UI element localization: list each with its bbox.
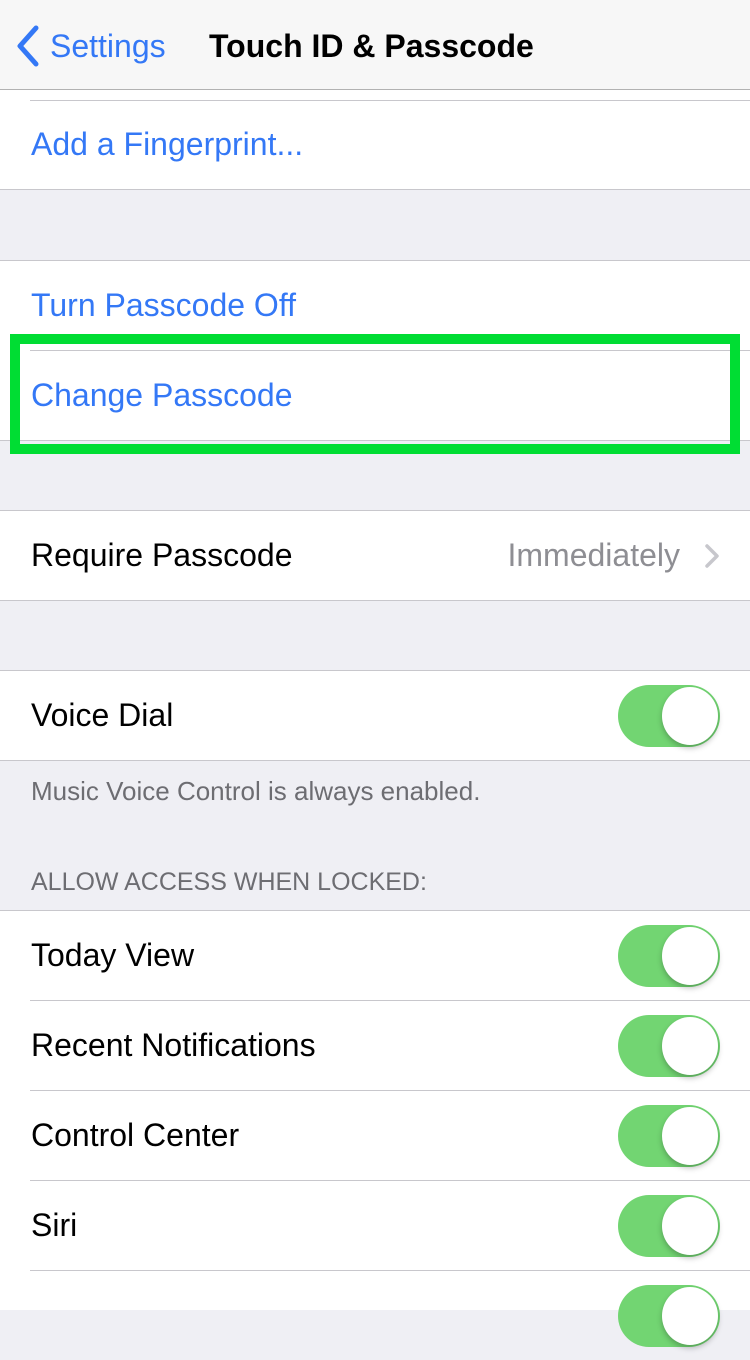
today-view-label: Today View	[31, 937, 195, 973]
fingerprint-group: Add a Fingerprint...	[0, 90, 750, 190]
today-view-toggle[interactable]	[618, 925, 720, 987]
toggle-knob	[662, 1107, 718, 1165]
require-passcode-label: Require Passcode	[31, 537, 293, 573]
today-view-row: Today View	[0, 911, 750, 1000]
add-fingerprint-label: Add a Fingerprint...	[31, 126, 304, 162]
voice-dial-footer: Music Voice Control is always enabled.	[31, 776, 481, 806]
passcode-group: Turn Passcode Off Change Passcode	[0, 260, 750, 441]
control-center-label: Control Center	[31, 1117, 240, 1153]
partial-row-toggle[interactable]	[618, 1285, 720, 1347]
chevron-left-icon	[17, 25, 39, 67]
back-button[interactable]: Settings	[16, 24, 166, 68]
require-passcode-group: Require Passcode Immediately	[0, 510, 750, 601]
voice-dial-row: Voice Dial	[0, 671, 750, 760]
turn-passcode-off-row[interactable]: Turn Passcode Off	[0, 261, 750, 350]
toggle-knob	[662, 927, 718, 985]
navigation-bar: Settings Touch ID & Passcode	[0, 0, 750, 90]
locked-access-group: Today View Recent Notifications Control …	[0, 910, 750, 1347]
recent-notifications-toggle[interactable]	[618, 1015, 720, 1077]
require-passcode-value: Immediately	[507, 537, 681, 573]
siri-row: Siri	[0, 1180, 750, 1270]
add-fingerprint-row[interactable]: Add a Fingerprint...	[0, 100, 750, 189]
toggle-knob	[662, 1197, 718, 1255]
change-passcode-label: Change Passcode	[31, 377, 293, 413]
voice-dial-group: Voice Dial	[0, 670, 750, 761]
partial-row	[0, 1270, 750, 1360]
toggle-knob	[662, 1017, 718, 1075]
control-center-toggle[interactable]	[618, 1105, 720, 1167]
siri-label: Siri	[31, 1207, 78, 1243]
recent-notifications-label: Recent Notifications	[31, 1027, 316, 1063]
voice-dial-label: Voice Dial	[31, 697, 174, 733]
change-passcode-row[interactable]: Change Passcode	[0, 350, 750, 440]
require-passcode-row[interactable]: Require Passcode Immediately	[0, 511, 750, 600]
toggle-knob	[662, 687, 718, 745]
chevron-right-icon	[705, 544, 719, 568]
recent-notifications-row: Recent Notifications	[0, 1000, 750, 1090]
voice-dial-toggle[interactable]	[618, 685, 720, 747]
siri-toggle[interactable]	[618, 1195, 720, 1257]
locked-access-header: ALLOW ACCESS WHEN LOCKED:	[31, 868, 427, 896]
page-title: Touch ID & Passcode	[209, 28, 534, 64]
control-center-row: Control Center	[0, 1090, 750, 1180]
turn-passcode-off-label: Turn Passcode Off	[31, 287, 297, 323]
back-label: Settings	[50, 27, 166, 64]
